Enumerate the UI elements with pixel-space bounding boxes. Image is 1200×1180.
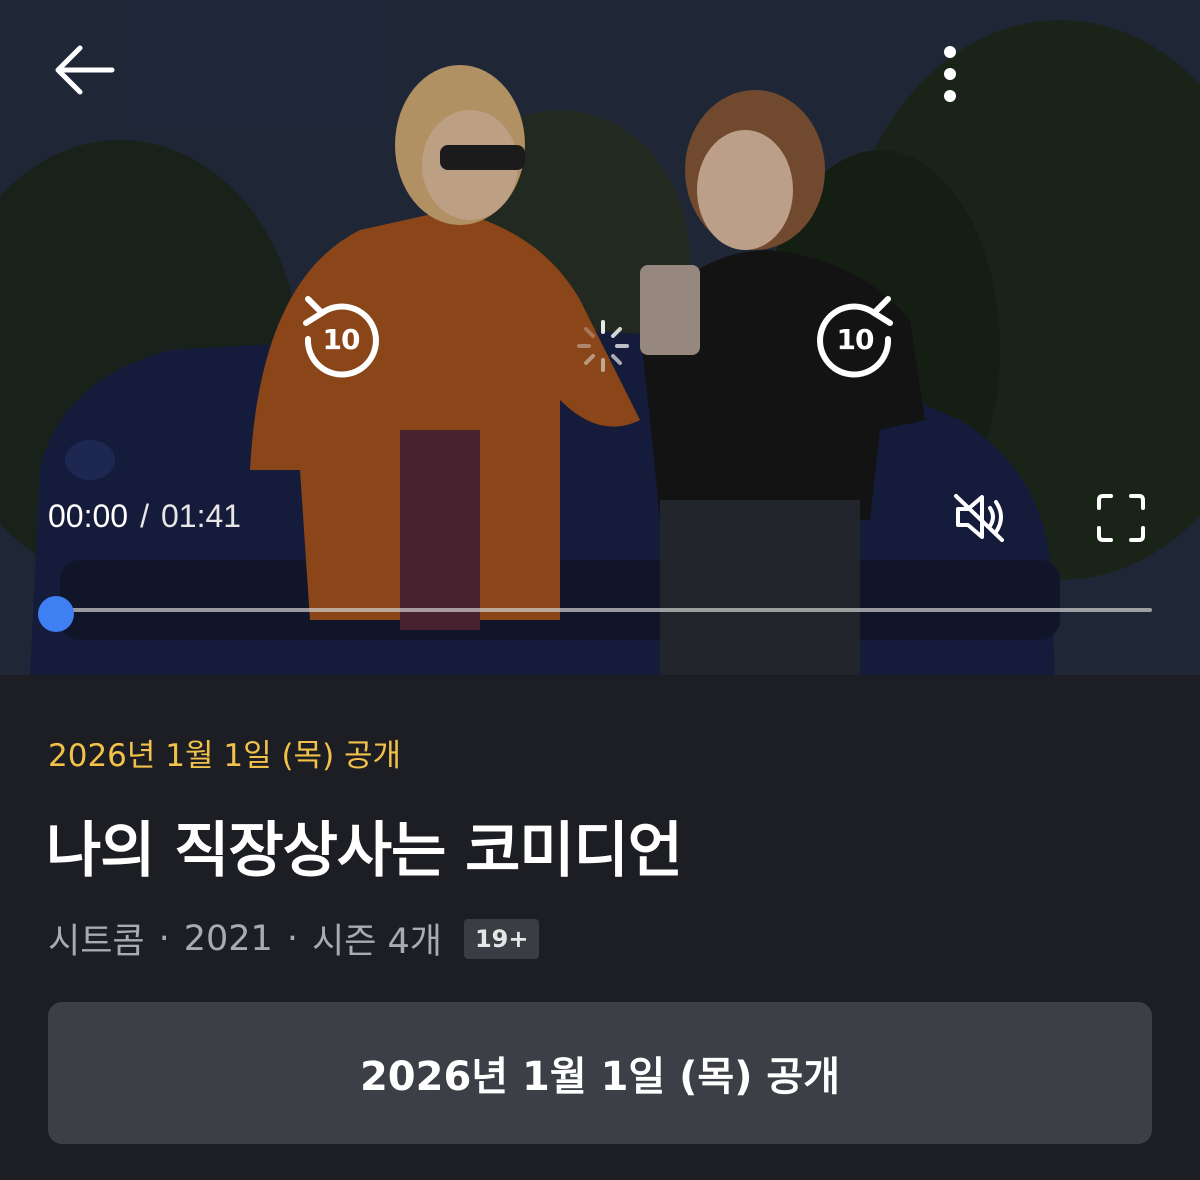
forward-seconds-label: 10 [836,323,875,356]
content-info: 2026년 1월 1일 (목) 공개 나의 직장상사는 코미디언 시트콤 · 2… [0,675,1200,1180]
fullscreen-button[interactable] [1095,492,1147,544]
progress-thumb[interactable] [38,596,74,632]
mute-button[interactable] [950,490,1010,544]
loading-spinner-icon [577,320,629,372]
back-arrow-icon [55,45,115,95]
total-duration: 01:41 [160,498,242,534]
more-vertical-icon [944,46,956,102]
forward-10-button[interactable]: 10 [810,293,900,383]
meta-separator: · [158,918,170,959]
page-title: 나의 직장상사는 코미디언 [46,816,683,886]
current-time: 00:00 [48,498,129,534]
progress-track[interactable] [48,608,1152,612]
seasons-label: 시즌 4개 [311,922,442,962]
video-player[interactable]: 10 10 00:00 / 01:41 [0,0,1200,675]
genre-label: 시트콤 [48,922,145,962]
mute-icon [954,494,1004,542]
content-meta: 시트콤 · 2021 · 시즌 4개 19+ [48,913,540,964]
age-rating-badge: 19+ [463,918,540,959]
year-label: 2021 [183,918,273,959]
rewind-seconds-label: 10 [322,323,361,356]
release-notify-button[interactable]: 2026년 1월 1일 (목) 공개 [48,1002,1152,1144]
back-button[interactable] [50,40,120,100]
meta-separator: · [286,918,298,959]
rewind-10-button[interactable]: 10 [296,293,386,383]
time-separator: / [140,498,149,534]
more-options-button[interactable] [925,40,975,110]
fullscreen-icon [1097,494,1145,542]
release-date-label: 2026년 1월 1일 (목) 공개 [48,738,402,774]
playback-time: 00:00 / 01:41 [48,498,241,535]
